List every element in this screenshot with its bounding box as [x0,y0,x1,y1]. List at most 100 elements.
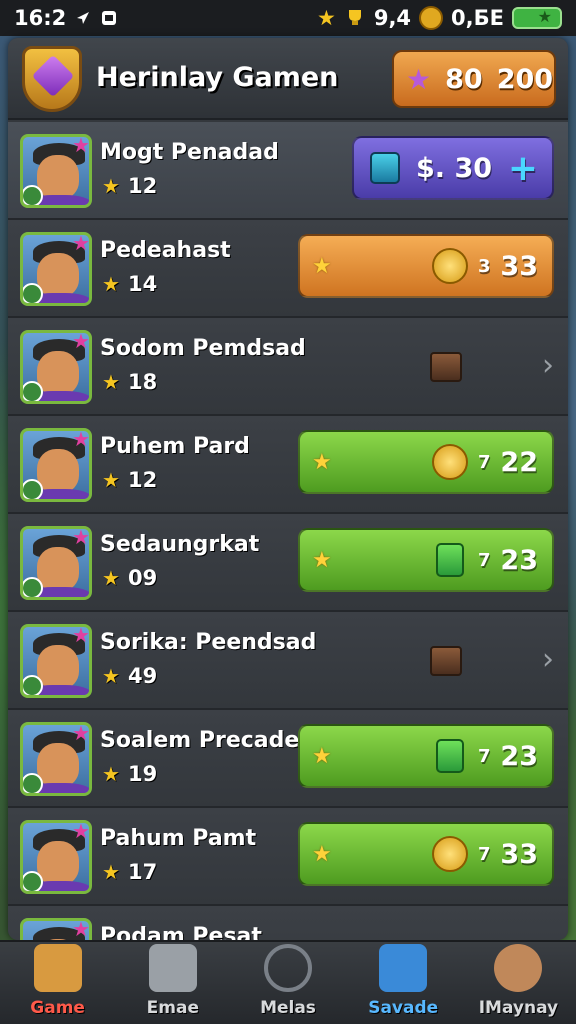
star-icon: ★ [312,743,332,769]
tab-2[interactable]: Melas [230,942,345,1024]
gem-balance-a: 80 [445,63,483,95]
tab-1[interactable]: Emae [115,942,230,1024]
page-title: Herinlay Gamen [96,62,339,93]
player-avatar[interactable]: ★ [20,526,92,600]
status-bar: 16:2 ★ 9,4 0,БЕ [0,0,576,36]
player-stat-value: 09 [128,566,158,590]
level-badge-icon [23,773,43,793]
player-stat: ★ 12 [100,174,157,198]
player-stat: ★ 12 [100,468,157,492]
chevron-right-icon[interactable]: › [542,348,554,383]
panel-header: Herinlay Gamen ★ 80 200 [8,38,568,120]
house-icon [33,944,82,992]
list-item[interactable]: ★ Pedeahast ★ 14 ★ 3 33 [8,220,568,318]
level-badge-icon [23,479,43,499]
coin-count: 0,БЕ [451,6,504,30]
list-item[interactable]: ★ Pahum Pamt ★ 17 ★ 7 33 [8,808,568,906]
level-badge-icon [23,283,43,303]
stat-icon: ★ [102,566,120,590]
buy-button[interactable]: $. 30 + [352,136,554,200]
list-item[interactable]: ★ Podam Pesat ★ [8,906,568,940]
player-name: Pedeahast [100,238,231,263]
player-name: Sodom Pemdsad [100,336,306,361]
player-name: Mogt Penadad [100,140,279,165]
chest-icon[interactable] [430,646,462,676]
rank-badge-icon: ★ [72,428,90,451]
level-badge-icon [23,675,43,695]
stat-icon: ★ [102,370,120,394]
gem-balance-button[interactable]: ★ 80 200 [392,50,556,108]
player-avatar[interactable]: ★ [20,918,92,940]
player-stat: ★ 14 [100,272,157,296]
reward-button[interactable]: ★ 7 22 [298,430,554,494]
player-avatar[interactable]: ★ [20,134,92,208]
reward-big: 33 [500,250,538,282]
player-avatar[interactable]: ★ [20,232,92,306]
reward-small: 7 [478,745,491,767]
player-name: Podam Pesat [100,924,262,940]
tab-label: Game [30,998,85,1018]
bottle-icon [436,543,464,577]
player-stat: ★ 19 [100,762,157,786]
list-item[interactable]: ★ Puhem Pard ★ 12 ★ 7 22 [8,416,568,514]
reward-button[interactable]: ★ 7 23 [298,528,554,592]
gem-balance-b: 200 [496,63,554,95]
coin-icon [432,444,468,480]
player-stat-value: 19 [128,762,158,786]
reward-button[interactable]: ★ 7 33 [298,822,554,886]
player-avatar[interactable]: ★ [20,428,92,502]
player-name: Sorika: Peendsad [100,630,317,655]
list-item[interactable]: ★ Sedaungrkat ★ 09 ★ 7 23 [8,514,568,612]
stat-icon: ★ [102,272,120,296]
player-stat-value: 49 [128,664,158,688]
tab-label: Melas [260,998,316,1018]
reward-big: 22 [500,446,538,478]
price-label: $. 30 [416,152,493,184]
level-badge-icon [23,577,43,597]
reward-small: 3 [478,255,491,277]
list-item[interactable]: ★ Mogt Penadad ★ 12 $. 30 + [8,122,568,220]
player-stat: ★ 17 [100,860,157,884]
player-stat-value: 17 [128,860,158,884]
reward-big: 33 [500,838,538,870]
list-item[interactable]: ★ Sodom Pemdsad ★ 18 › [8,318,568,416]
tab-0[interactable]: Game [0,942,115,1024]
battery-icon [512,7,562,29]
notebook-icon [379,944,428,992]
notification-icon [102,11,117,25]
reward-button[interactable]: ★ 3 33 [298,234,554,298]
chevron-right-icon[interactable]: › [542,642,554,677]
player-avatar[interactable]: ★ [20,820,92,894]
list-item[interactable]: ★ Sorika: Peendsad ★ 49 › [8,612,568,710]
bottom-nav: Game Emae Melas Savade IMaynay [0,940,576,1024]
profile-avatar-icon [494,944,543,992]
star-icon: ★ [312,449,332,475]
bottle-icon [436,739,464,773]
tab-label: Savade [368,998,439,1018]
refresh-icon [264,944,312,992]
leaderboard-panel: Herinlay Gamen ★ 80 200 ★ Mogt Penadad ★… [8,38,568,940]
rank-badge-icon: ★ [72,820,90,843]
stat-icon: ★ [102,762,120,786]
stat-icon: ★ [102,174,120,198]
star-icon: ★ [312,253,332,279]
coin-icon [432,248,468,284]
star-icon: ★ [317,6,336,30]
rank-badge-icon: ★ [72,624,90,647]
player-stat: ★ 09 [100,566,157,590]
rank-badge-icon: ★ [72,330,90,353]
player-avatar[interactable]: ★ [20,722,92,796]
gem-star-icon: ★ [406,62,432,96]
player-avatar[interactable]: ★ [20,624,92,698]
reward-big: 23 [500,544,538,576]
chest-icon[interactable] [430,352,462,382]
player-stat-value: 12 [128,468,158,492]
player-avatar[interactable]: ★ [20,330,92,404]
reward-button[interactable]: ★ 7 23 [298,724,554,788]
tab-3[interactable]: Savade [346,942,461,1024]
location-arrow-icon [77,12,90,24]
stat-icon: ★ [102,468,120,492]
rank-badge-icon: ★ [72,526,90,549]
list-item[interactable]: ★ Soalem Precade ★ 19 ★ 7 23 [8,710,568,808]
tab-4[interactable]: IMaynay [461,942,576,1024]
